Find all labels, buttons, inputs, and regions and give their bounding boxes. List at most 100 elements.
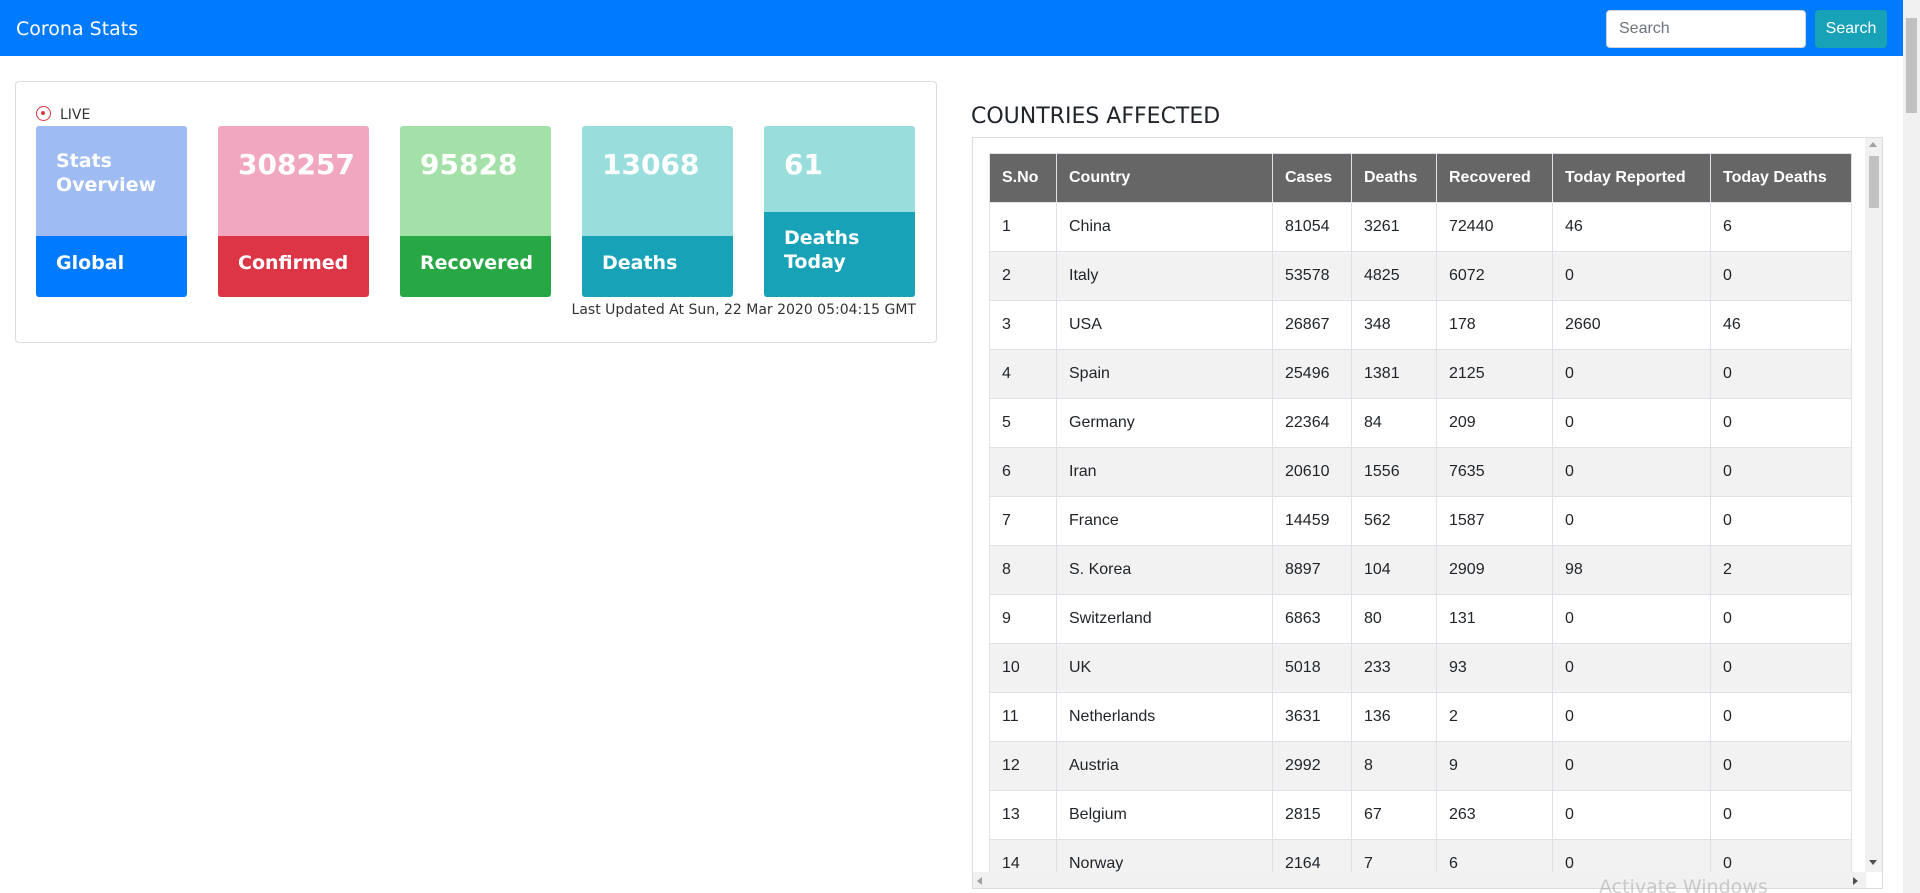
table-row: 6 Iran 20610 1556 7635 0 0	[989, 447, 1852, 497]
cell-cases: 5018	[1272, 643, 1352, 693]
header-today-deaths: Today Deaths	[1710, 153, 1852, 203]
cell-country: Germany	[1056, 398, 1273, 448]
cell-sno: 7	[989, 496, 1057, 546]
cell-today-reported: 0	[1552, 447, 1711, 497]
cell-today-deaths: 6	[1710, 202, 1852, 252]
table-header-row: S.No Country Cases Deaths Recovered Toda…	[989, 153, 1852, 203]
cell-recovered: 178	[1436, 300, 1553, 350]
cell-country: Spain	[1056, 349, 1273, 399]
scroll-up-arrow-icon[interactable]	[1869, 142, 1877, 147]
scroll-left-arrow-icon[interactable]	[977, 877, 982, 885]
deaths-label: Deaths	[582, 236, 733, 297]
cell-country: S. Korea	[1056, 545, 1273, 595]
cell-recovered: 93	[1436, 643, 1553, 693]
cell-deaths: 8	[1351, 741, 1437, 791]
global-tile-top: Stats Overview	[36, 126, 187, 236]
deaths-tile-top: 13068	[582, 126, 733, 236]
cell-recovered: 263	[1436, 790, 1553, 840]
table-row: 4 Spain 25496 1381 2125 0 0	[989, 349, 1852, 399]
cell-recovered: 7635	[1436, 447, 1553, 497]
last-updated: Last Updated At Sun, 22 Mar 2020 05:04:1…	[571, 302, 916, 318]
scroll-down-arrow-icon[interactable]	[1869, 860, 1877, 865]
header-recovered: Recovered	[1436, 153, 1553, 203]
cell-country: Austria	[1056, 741, 1273, 791]
recovered-tile-top: 95828	[400, 126, 551, 236]
cell-today-reported: 0	[1552, 643, 1711, 693]
cell-deaths: 3261	[1351, 202, 1437, 252]
table-row: 3 USA 26867 348 178 2660 46	[989, 300, 1852, 350]
cell-today-reported: 0	[1552, 692, 1711, 742]
cell-today-reported: 0	[1552, 398, 1711, 448]
cell-today-reported: 46	[1552, 202, 1711, 252]
cell-sno: 4	[989, 349, 1057, 399]
cell-country: Netherlands	[1056, 692, 1273, 742]
search-button[interactable]: Search	[1815, 10, 1887, 48]
cell-sno: 5	[989, 398, 1057, 448]
cell-recovered: 6072	[1436, 251, 1553, 301]
cell-deaths: 4825	[1351, 251, 1437, 301]
deaths-today-tile: 61 Deaths Today	[764, 126, 915, 297]
recovered-tile: 95828 Recovered	[400, 126, 551, 297]
global-label: Global	[36, 236, 187, 297]
cell-cases: 3631	[1272, 692, 1352, 742]
table-row: 2 Italy 53578 4825 6072 0 0	[989, 251, 1852, 301]
cell-today-deaths: 0	[1710, 496, 1852, 546]
scroll-right-arrow-icon[interactable]	[1853, 877, 1858, 885]
cell-deaths: 136	[1351, 692, 1437, 742]
cell-recovered: 2	[1436, 692, 1553, 742]
cell-sno: 8	[989, 545, 1057, 595]
cell-today-deaths: 2	[1710, 545, 1852, 595]
header-today-reported: Today Reported	[1552, 153, 1711, 203]
cell-deaths: 84	[1351, 398, 1437, 448]
countries-table: S.No Country Cases Deaths Recovered Toda…	[989, 153, 1852, 888]
cell-today-reported: 0	[1552, 349, 1711, 399]
table-scroll-thumb[interactable]	[1869, 156, 1879, 208]
cell-today-deaths: 0	[1710, 349, 1852, 399]
deaths-today-tile-top: 61	[764, 126, 915, 212]
table-row: 10 UK 5018 233 93 0 0	[989, 643, 1852, 693]
cell-today-deaths: 0	[1710, 398, 1852, 448]
table-row: 8 S. Korea 8897 104 2909 98 2	[989, 545, 1852, 595]
cell-recovered: 131	[1436, 594, 1553, 644]
table-row: 5 Germany 22364 84 209 0 0	[989, 398, 1852, 448]
cell-deaths: 348	[1351, 300, 1437, 350]
cell-sno: 6	[989, 447, 1057, 497]
deaths-value: 13068	[602, 148, 700, 181]
cell-cases: 2815	[1272, 790, 1352, 840]
table-row: 12 Austria 2992 8 9 0 0	[989, 741, 1852, 791]
cell-recovered: 9	[1436, 741, 1553, 791]
deaths-tile: 13068 Deaths	[582, 126, 733, 297]
brand-title[interactable]: Corona Stats	[16, 18, 138, 40]
page-scrollbar[interactable]	[1903, 0, 1920, 893]
cell-recovered: 2909	[1436, 545, 1553, 595]
confirmed-tile-top: 308257	[218, 126, 369, 236]
table-vertical-scrollbar[interactable]	[1865, 138, 1882, 872]
countries-table-container[interactable]: S.No Country Cases Deaths Recovered Toda…	[972, 137, 1883, 889]
cell-today-deaths: 0	[1710, 643, 1852, 693]
header-country: Country	[1056, 153, 1273, 203]
cell-today-reported: 2660	[1552, 300, 1711, 350]
header-deaths: Deaths	[1351, 153, 1437, 203]
cell-cases: 25496	[1272, 349, 1352, 399]
cell-cases: 26867	[1272, 300, 1352, 350]
cell-deaths: 562	[1351, 496, 1437, 546]
global-tile: Stats Overview Global	[36, 126, 187, 297]
page-scroll-thumb[interactable]	[1906, 18, 1917, 113]
cell-country: China	[1056, 202, 1273, 252]
cell-today-deaths: 0	[1710, 692, 1852, 742]
cell-cases: 22364	[1272, 398, 1352, 448]
recovered-label: Recovered	[400, 236, 551, 297]
cell-country: Belgium	[1056, 790, 1273, 840]
cell-deaths: 67	[1351, 790, 1437, 840]
search-input[interactable]	[1606, 10, 1806, 48]
cell-cases: 81054	[1272, 202, 1352, 252]
cell-recovered: 2125	[1436, 349, 1553, 399]
cell-today-deaths: 0	[1710, 251, 1852, 301]
cell-country: Italy	[1056, 251, 1273, 301]
cell-country: UK	[1056, 643, 1273, 693]
cell-sno: 11	[989, 692, 1057, 742]
cell-country: Iran	[1056, 447, 1273, 497]
table-row: 9 Switzerland 6863 80 131 0 0	[989, 594, 1852, 644]
cell-today-deaths: 46	[1710, 300, 1852, 350]
cell-sno: 12	[989, 741, 1057, 791]
